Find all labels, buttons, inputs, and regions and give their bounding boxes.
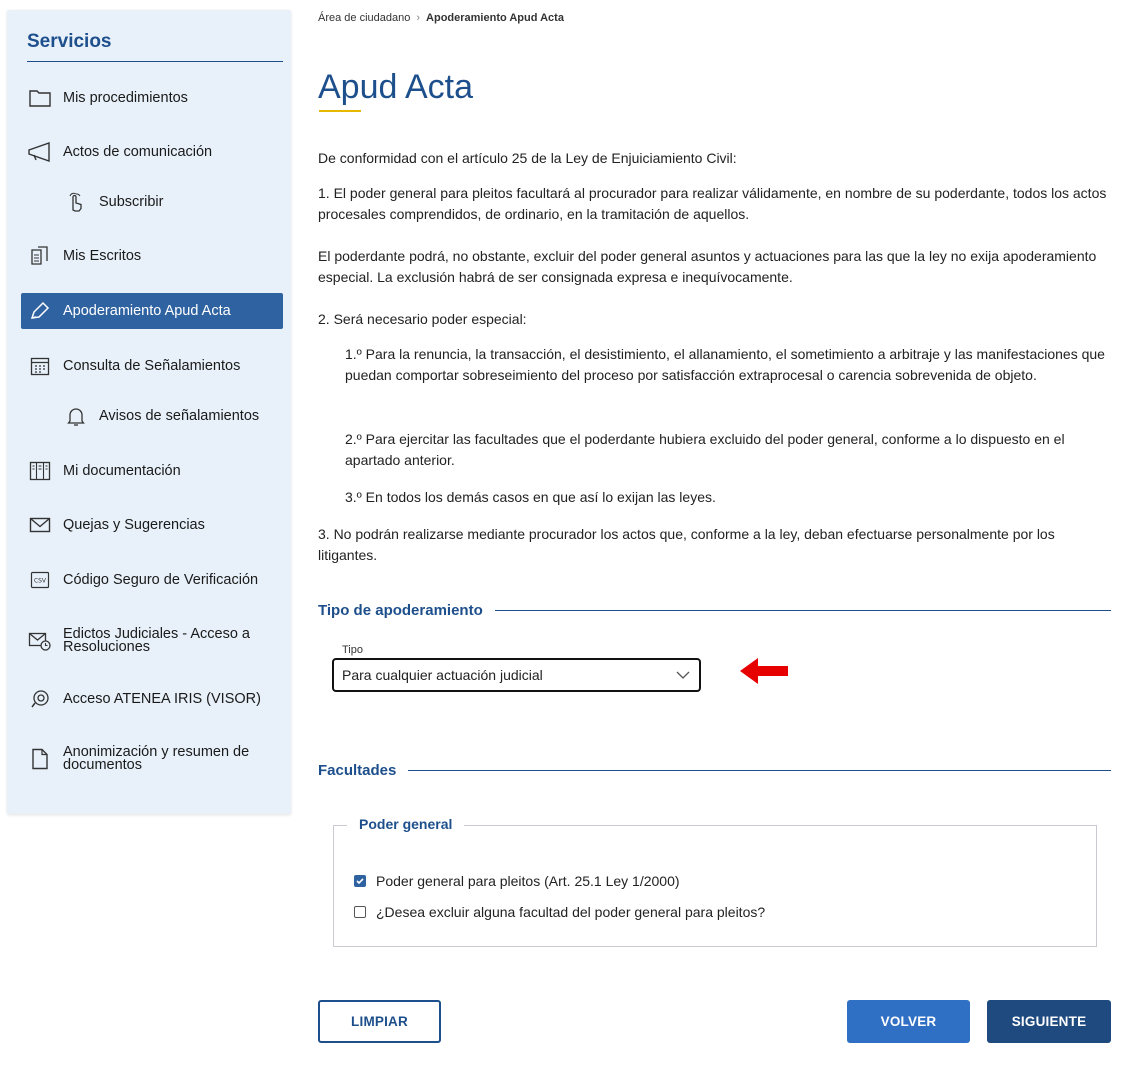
sidebar: Servicios Mis procedimientos Actos de co… [7,10,291,814]
tipo-section-heading: Tipo de apoderamiento [318,600,1111,620]
document-icon [27,245,53,267]
article-paragraph: 2. Será necesario poder especial: [318,311,527,327]
breadcrumb: Área de ciudadano › Apoderamiento Apud Act… [318,12,564,24]
sidebar-title: Servicios [27,31,112,52]
sidebar-item-label: Código Seguro de Verificación [63,572,259,588]
checkbox-unchecked[interactable] [354,906,366,918]
sidebar-item-label: Consulta de Señalamientos [63,358,241,374]
sidebar-item-subscribir[interactable]: Subscribir [21,184,283,220]
breadcrumb-home[interactable]: Área de ciudadano [318,12,410,24]
tipo-select-value: Para cualquier actuación judicial [342,667,543,683]
volver-button[interactable]: VOLVER [847,1000,970,1043]
eye-icon [27,688,53,710]
sidebar-item-label: Mis procedimientos [63,90,188,106]
chevron-down-icon [675,668,691,685]
article-paragraph: El poderdante podrá, no obstante, exclui… [318,248,1097,285]
sidebar-item-label: Mis Escritos [63,248,142,264]
sidebar-item-anonimizacion[interactable]: Anonimización y resumen de documentos [21,741,283,777]
sidebar-item-label: Quejas y Sugerencias [63,517,205,533]
facultades-section-heading: Facultades [318,760,1111,780]
article-paragraph: 3.º En todos los demás casos en que así … [345,489,716,505]
breadcrumb-current: Apoderamiento Apud Acta [426,12,564,24]
sidebar-item-mis-escritos[interactable]: Mis Escritos [21,238,283,274]
checkbox-label: Poder general para pleitos (Art. 25.1 Le… [376,873,680,889]
sidebar-item-label: Subscribir [99,194,164,210]
folder-icon [27,87,53,109]
title-underline [319,110,361,112]
article-paragraph: 1.º Para la renuncia, la transacción, el… [345,346,1105,383]
pen-icon [27,300,53,322]
article-paragraph: 1. El poder general para pleitos faculta… [318,185,1107,222]
red-arrow-icon [738,655,790,692]
excluir-facultad-option[interactable]: ¿Desea excluir alguna facultad del poder… [354,904,765,920]
poder-general-pleitos-option[interactable]: Poder general para pleitos (Art. 25.1 Le… [354,873,680,889]
sidebar-item-label: Mi documentación [63,463,181,479]
checkbox-label: ¿Desea excluir alguna facultad del poder… [376,904,766,920]
article-paragraph: 3. No podrán realizarse mediante procura… [318,526,1055,563]
sidebar-item-consulta-senalamientos[interactable]: Consulta de Señalamientos [21,348,283,384]
sidebar-item-csv[interactable]: CSV Código Seguro de Verificación [21,562,283,598]
sidebar-item-atenea[interactable]: Acceso ATENEA IRIS (VISOR) [21,681,283,717]
sidebar-item-label: Acceso ATENEA IRIS (VISOR) [63,691,261,707]
article-paragraph: 2.º Para ejercitar las facultades que el… [345,431,1065,468]
page-icon [27,748,53,770]
section-rule [494,609,1111,611]
calendar-icon [27,355,53,377]
page-title: Apud Acta [318,68,474,106]
tipo-select[interactable]: Para cualquier actuación judicial [332,658,701,692]
section-rule [408,769,1111,771]
section-title: Facultades [318,761,397,779]
sidebar-item-label: Apoderamiento Apud Acta [63,303,231,319]
files-icon [27,460,53,482]
bell-icon [63,405,89,427]
intro-paragraph: De conformidad con el artículo 25 de la … [318,150,737,166]
envelope-icon [27,514,53,536]
sidebar-item-actos-comunicacion[interactable]: Actos de comunicación [21,134,283,170]
siguiente-button[interactable]: SIGUIENTE [987,1000,1111,1043]
poder-general-legend: Poder general [347,816,465,832]
sidebar-item-label: Edictos Judiciales - Acceso a Resolucion… [63,626,250,655]
sidebar-item-avisos-senalamientos[interactable]: Avisos de señalamientos [21,398,283,434]
sidebar-item-quejas[interactable]: Quejas y Sugerencias [21,507,283,543]
sidebar-item-edictos[interactable]: Edictos Judiciales - Acceso a Resolucion… [21,623,283,659]
sidebar-item-label: Anonimización y resumen de documentos [63,744,250,773]
limpiar-button[interactable]: LIMPIAR [318,1000,441,1043]
sidebar-item-mi-documentacion[interactable]: Mi documentación [21,453,283,489]
checkbox-checked[interactable] [354,875,366,887]
svg-text:CSV: CSV [34,578,47,585]
sidebar-item-mis-procedimientos[interactable]: Mis procedimientos [21,80,283,116]
megaphone-icon [27,141,53,163]
hand-pointer-icon [63,191,89,213]
sidebar-item-apoderamiento[interactable]: Apoderamiento Apud Acta [21,293,283,329]
sidebar-divider [27,61,283,62]
mail-clock-icon [27,630,53,652]
csv-icon: CSV [27,569,53,591]
tipo-field-label: Tipo [342,644,363,656]
section-title: Tipo de apoderamiento [318,601,483,619]
breadcrumb-separator: › [416,12,421,24]
sidebar-item-label: Actos de comunicación [63,144,213,160]
sidebar-item-label: Avisos de señalamientos [99,408,260,424]
